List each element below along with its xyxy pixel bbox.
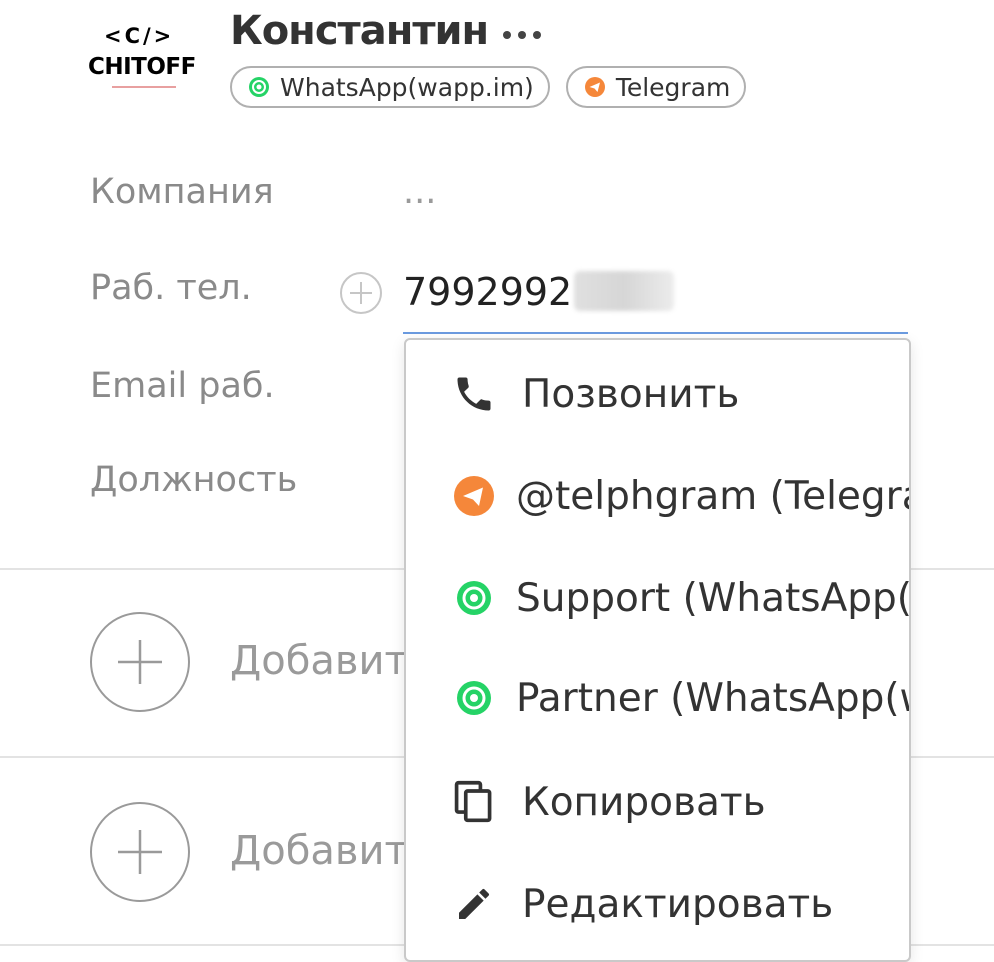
work-email-label: Email раб. [90, 366, 275, 406]
menu-item-telegram[interactable]: @telphgram (Telegram) [406, 450, 909, 542]
chip-telegram-label: Telegram [615, 72, 731, 102]
menu-item-label: Позвонить [522, 371, 740, 417]
menu-item-whatsapp-partner[interactable]: Partner (WhatsApp(wapp.im)) [406, 652, 909, 744]
logo-code-text: <C/> [104, 24, 175, 48]
add-button[interactable] [90, 612, 190, 712]
chip-whatsapp[interactable]: WhatsApp(wapp.im) [230, 66, 550, 108]
more-horizontal-icon[interactable] [500, 22, 546, 48]
menu-item-copy[interactable]: Копировать [406, 756, 909, 848]
add-label[interactable]: Добавить [230, 828, 406, 874]
menu-item-label: Partner (WhatsApp(wapp.im)) [516, 675, 909, 721]
menu-item-label: Копировать [522, 779, 766, 825]
chip-whatsapp-label: WhatsApp(wapp.im) [280, 72, 534, 102]
menu-item-label: Редактировать [522, 881, 834, 927]
work-phone-label: Раб. тел. [90, 268, 252, 308]
company-label: Компания [90, 172, 274, 212]
chip-telegram[interactable]: Telegram [565, 66, 747, 108]
work-phone-input[interactable]: 7992992 [403, 262, 908, 334]
whatsapp-icon [248, 76, 270, 98]
whatsapp-icon [450, 674, 498, 722]
contact-name: Константин [230, 8, 489, 54]
plus-icon [118, 640, 162, 684]
add-button[interactable] [90, 802, 190, 902]
company-logo: <C/> CHITOFF [86, 24, 202, 92]
pencil-icon [450, 880, 498, 928]
menu-item-call[interactable]: Позвонить [406, 348, 909, 440]
telegram-icon [584, 76, 606, 98]
logo-underline [112, 86, 176, 88]
add-phone-icon[interactable] [338, 270, 384, 316]
whatsapp-icon [450, 574, 498, 622]
plus-icon [118, 830, 162, 874]
menu-item-whatsapp-support[interactable]: Support (WhatsApp(wapp.im)) [406, 552, 909, 644]
phone-context-menu: Позвонить @telphgram (Telegram) Support … [404, 338, 911, 962]
redacted-digits [574, 270, 675, 311]
menu-item-edit[interactable]: Редактировать [406, 858, 909, 950]
logo-name-text: CHITOFF [88, 54, 196, 80]
work-phone-value: 7992992 [403, 270, 573, 314]
add-label[interactable]: Добавить [230, 638, 406, 684]
position-label: Должность [90, 460, 298, 500]
company-value[interactable]: ... [403, 172, 436, 212]
copy-icon [450, 778, 498, 826]
menu-item-label: @telphgram (Telegram) [516, 473, 909, 519]
menu-item-label: Support (WhatsApp(wapp.im)) [516, 575, 911, 621]
phone-icon [450, 370, 498, 418]
channel-chips: WhatsApp(wapp.im) Telegram [230, 66, 747, 108]
telegram-icon [450, 472, 498, 520]
